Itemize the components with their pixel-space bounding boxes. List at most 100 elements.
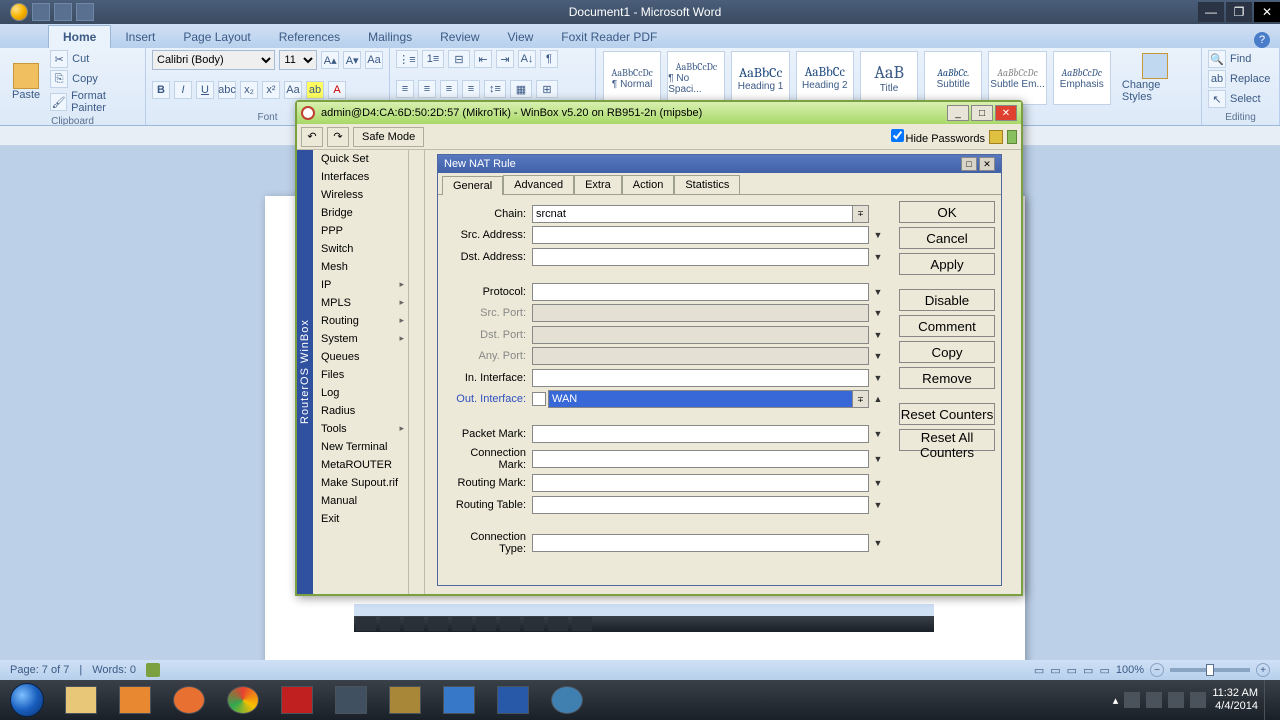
tab-references[interactable]: References xyxy=(265,26,354,48)
style-heading1[interactable]: AaBbCcHeading 1 xyxy=(731,51,789,105)
tray-volume-icon[interactable] xyxy=(1168,692,1184,708)
expand-icon[interactable]: ▼ xyxy=(871,474,885,492)
safe-mode-button[interactable]: Safe Mode xyxy=(353,127,424,147)
sidebar-item-wireless[interactable]: Wireless xyxy=(313,186,408,204)
tray-battery-icon[interactable] xyxy=(1190,692,1206,708)
taskbar-explorer[interactable] xyxy=(54,680,108,720)
align-right-icon[interactable]: ≡ xyxy=(440,80,458,98)
zoom-in-icon[interactable]: + xyxy=(1256,663,1270,677)
nat-close-button[interactable]: ✕ xyxy=(979,157,995,171)
taskbar-firefox[interactable] xyxy=(162,680,216,720)
help-icon[interactable]: ? xyxy=(1254,32,1270,48)
session-icon[interactable] xyxy=(1007,130,1017,144)
sidebar-item-ip[interactable]: IP xyxy=(313,276,408,294)
zoom-slider[interactable] xyxy=(1170,668,1250,672)
pilcrow-icon[interactable]: ¶ xyxy=(540,50,558,68)
sidebar-item-interfaces[interactable]: Interfaces xyxy=(313,168,408,186)
sidebar-item-log[interactable]: Log xyxy=(313,384,408,402)
tab-foxit[interactable]: Foxit Reader PDF xyxy=(547,26,671,48)
sidebar-item-manual[interactable]: Manual xyxy=(313,492,408,510)
disable-button[interactable]: Disable xyxy=(899,289,995,311)
clear-format-icon[interactable]: Aa xyxy=(365,51,383,69)
draft-icon[interactable]: ▭ xyxy=(1099,664,1109,677)
routing-table-input[interactable] xyxy=(532,496,869,514)
copy-button[interactable]: ⎘Copy xyxy=(50,70,139,88)
minimize-button[interactable]: — xyxy=(1198,2,1224,22)
grow-font-icon[interactable]: A▴ xyxy=(321,51,339,69)
taskbar-app1[interactable] xyxy=(324,680,378,720)
tab-page-layout[interactable]: Page Layout xyxy=(169,26,264,48)
show-hidden-icon[interactable]: ▴ xyxy=(1113,694,1119,707)
expand-icon[interactable]: ▼ xyxy=(871,369,885,387)
winbox-close-button[interactable]: ✕ xyxy=(995,105,1017,121)
style-title[interactable]: AaBTitle xyxy=(860,51,918,105)
align-left-icon[interactable]: ≡ xyxy=(396,80,414,98)
protocol-input[interactable] xyxy=(532,283,869,301)
out-interface-dropdown-icon[interactable]: ∓ xyxy=(853,390,869,408)
nat-tab-action[interactable]: Action xyxy=(622,175,675,194)
status-page[interactable]: Page: 7 of 7 xyxy=(10,664,69,676)
tray-flag-icon[interactable] xyxy=(1124,692,1140,708)
close-button[interactable]: ✕ xyxy=(1254,2,1280,22)
taskbar-app2[interactable] xyxy=(432,680,486,720)
lock-icon[interactable] xyxy=(989,130,1003,144)
expand-icon[interactable]: ▼ xyxy=(871,226,885,244)
dst-address-input[interactable] xyxy=(532,248,869,266)
style-nospacing[interactable]: AaBbCcDc¶ No Spaci... xyxy=(667,51,725,105)
paste-button[interactable]: Paste xyxy=(6,61,46,103)
line-spacing-icon[interactable]: ↕≡ xyxy=(484,80,506,98)
sidebar-item-files[interactable]: Files xyxy=(313,366,408,384)
reset-all-counters-button[interactable]: Reset All Counters xyxy=(899,429,995,451)
outline-icon[interactable]: ▭ xyxy=(1083,664,1093,677)
routing-mark-input[interactable] xyxy=(532,474,869,492)
expand-icon[interactable]: ▼ xyxy=(871,304,885,322)
align-center-icon[interactable]: ≡ xyxy=(418,80,436,98)
strike-icon[interactable]: abc xyxy=(218,81,236,99)
justify-icon[interactable]: ≡ xyxy=(462,80,480,98)
nat-tab-general[interactable]: General xyxy=(442,176,503,195)
replace-button[interactable]: abReplace xyxy=(1208,70,1273,88)
show-desktop-button[interactable] xyxy=(1264,680,1272,720)
tab-review[interactable]: Review xyxy=(426,26,493,48)
indent-dec-icon[interactable]: ⇤ xyxy=(474,50,492,68)
tray-clock[interactable]: 11:32 AM 4/4/2014 xyxy=(1212,687,1258,713)
sidebar-item-queues[interactable]: Queues xyxy=(313,348,408,366)
tab-insert[interactable]: Insert xyxy=(111,26,169,48)
collapse-icon[interactable]: ▲ xyxy=(871,390,885,408)
sidebar-item-make-supout-rif[interactable]: Make Supout.rif xyxy=(313,474,408,492)
print-layout-icon[interactable]: ▭ xyxy=(1034,664,1044,677)
chain-dropdown-icon[interactable]: ∓ xyxy=(853,205,869,223)
web-layout-icon[interactable]: ▭ xyxy=(1067,664,1077,677)
style-normal[interactable]: AaBbCcDc¶ Normal xyxy=(603,51,661,105)
shrink-font-icon[interactable]: A▾ xyxy=(343,51,361,69)
sort-icon[interactable]: A↓ xyxy=(518,50,536,68)
font-size-select[interactable]: 11 xyxy=(279,50,317,70)
start-button[interactable] xyxy=(0,680,54,720)
font-color-icon[interactable]: A xyxy=(328,81,346,99)
expand-icon[interactable]: ▼ xyxy=(871,248,885,266)
taskbar-mediaplayer[interactable] xyxy=(108,680,162,720)
expand-icon[interactable]: ▼ xyxy=(871,283,885,301)
sidebar-item-new-terminal[interactable]: New Terminal xyxy=(313,438,408,456)
change-styles-button[interactable]: Change Styles xyxy=(1116,51,1195,105)
src-address-input[interactable] xyxy=(532,226,869,244)
font-name-select[interactable]: Calibri (Body) xyxy=(152,50,275,70)
office-button[interactable] xyxy=(10,3,28,21)
qat-save-icon[interactable] xyxy=(32,3,50,21)
hide-passwords-checkbox[interactable]: Hide Passwords xyxy=(891,129,985,145)
full-screen-icon[interactable]: ▭ xyxy=(1050,664,1060,677)
nat-tab-advanced[interactable]: Advanced xyxy=(503,175,574,194)
copy-button[interactable]: Copy xyxy=(899,341,995,363)
reset-counters-button[interactable]: Reset Counters xyxy=(899,403,995,425)
nat-title-bar[interactable]: New NAT Rule □ ✕ xyxy=(438,155,1001,173)
find-button[interactable]: 🔍Find xyxy=(1208,50,1273,68)
taskbar-winbox[interactable] xyxy=(540,680,594,720)
chain-input[interactable] xyxy=(532,205,853,223)
sidebar-item-metarouter[interactable]: MetaROUTER xyxy=(313,456,408,474)
nat-tab-extra[interactable]: Extra xyxy=(574,175,622,194)
italic-icon[interactable]: I xyxy=(174,81,192,99)
indent-inc-icon[interactable]: ⇥ xyxy=(496,50,514,68)
tray-network-icon[interactable] xyxy=(1146,692,1162,708)
spellcheck-icon[interactable] xyxy=(146,663,160,677)
winbox-minimize-button[interactable]: _ xyxy=(947,105,969,121)
